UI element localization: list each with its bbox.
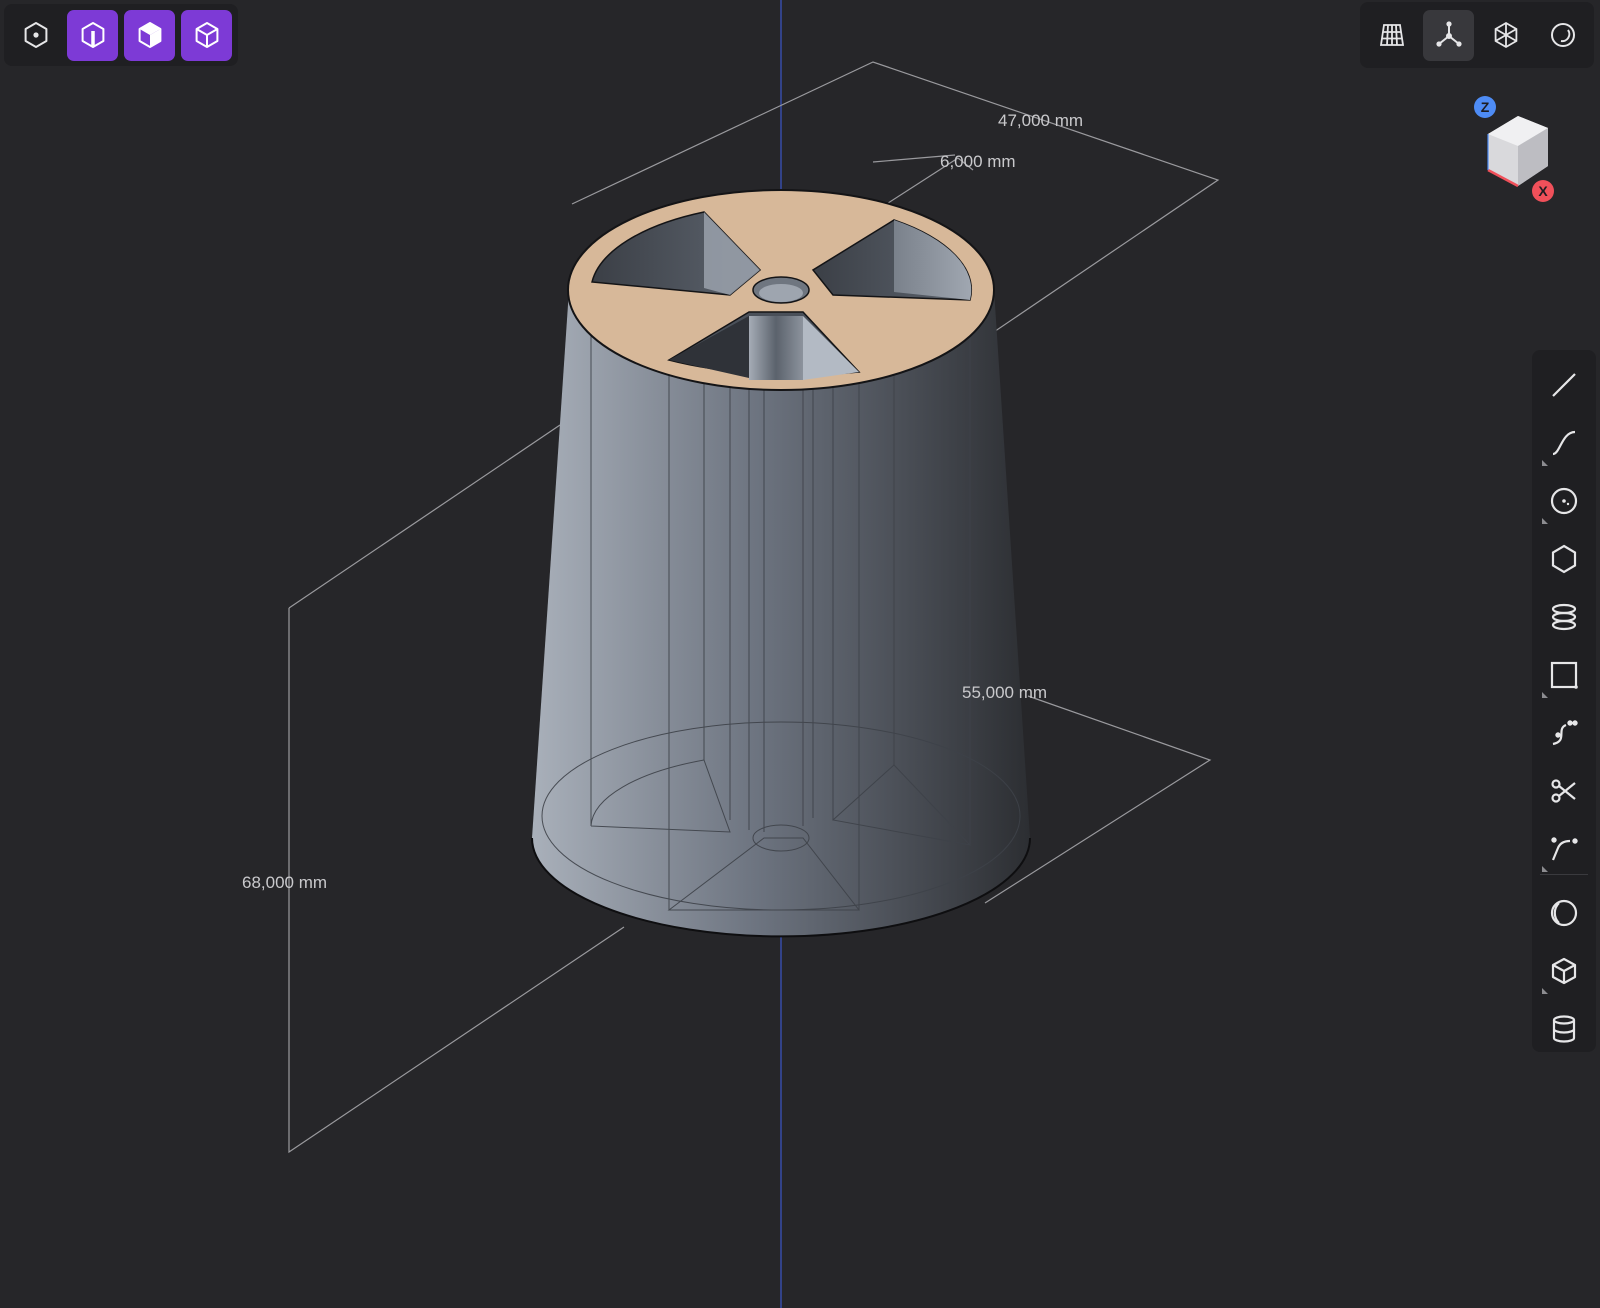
- solid-select-button[interactable]: [181, 9, 232, 61]
- circle-tool[interactable]: [1536, 474, 1592, 528]
- top-face: [567, 189, 995, 391]
- edge-select-button[interactable]: [67, 9, 118, 61]
- rectangle-icon: [1550, 661, 1578, 689]
- 3d-viewport[interactable]: 47,000 mm 6,000 mm 55,000 mm 68,000 mm Z…: [0, 0, 1600, 1308]
- cylinder-icon: [1552, 1015, 1576, 1043]
- box-icon: [1551, 957, 1577, 985]
- grid-toggle-button[interactable]: [1366, 10, 1417, 61]
- polygon-tool[interactable]: [1536, 532, 1592, 586]
- dimension-spoke-width[interactable]: 6,000 mm: [940, 153, 1016, 170]
- axes-icon: [1435, 21, 1462, 47]
- fillet-icon: [1551, 837, 1578, 861]
- view-cube-x-axis[interactable]: X: [1532, 180, 1554, 202]
- vertex-select-button[interactable]: [10, 10, 61, 61]
- wireframe-toggle-button[interactable]: [1480, 10, 1531, 61]
- render-mode-icon: [1550, 23, 1575, 47]
- spline-icon: [1552, 720, 1578, 746]
- solid-select-icon: [195, 22, 218, 48]
- cylinder-tool[interactable]: [1536, 1002, 1592, 1056]
- render-mode-button[interactable]: [1537, 10, 1588, 61]
- model-scene[interactable]: [0, 0, 1600, 1308]
- circle-icon: [1550, 487, 1578, 515]
- rectangle-tool[interactable]: [1536, 648, 1592, 702]
- curve-icon: [1552, 430, 1576, 456]
- view-options-toolbar: [1360, 2, 1594, 68]
- box-tool[interactable]: [1536, 944, 1592, 998]
- trim-tool[interactable]: [1536, 764, 1592, 818]
- selection-mode-toolbar: [4, 4, 238, 66]
- scissors-icon: [1551, 779, 1576, 803]
- face-select-button[interactable]: [124, 9, 175, 61]
- line-icon: [1552, 373, 1576, 397]
- spline-tool[interactable]: [1536, 706, 1592, 760]
- edge-select-icon: [81, 22, 104, 48]
- draw-tools-toolbar: [1532, 350, 1596, 1052]
- toolbar-divider: [1540, 874, 1588, 875]
- vertex-select-icon: [24, 22, 47, 48]
- line-tool[interactable]: [1536, 358, 1592, 412]
- wireframe-sphere-icon: [1494, 21, 1517, 49]
- spiral-tool[interactable]: [1536, 590, 1592, 644]
- face-select-icon: [138, 22, 161, 48]
- dimension-top-diameter[interactable]: 47,000 mm: [998, 112, 1083, 129]
- view-cube-z-axis[interactable]: Z: [1474, 96, 1496, 118]
- dimension-height[interactable]: 68,000 mm: [242, 874, 327, 891]
- dimension-bottom-diameter[interactable]: 55,000 mm: [962, 684, 1047, 701]
- grid-icon: [1379, 24, 1404, 46]
- fillet-tool[interactable]: [1536, 822, 1592, 876]
- sphere-icon: [1550, 899, 1578, 927]
- curve-tool[interactable]: [1536, 416, 1592, 470]
- spiral-icon: [1551, 603, 1577, 631]
- sphere-tool[interactable]: [1536, 886, 1592, 940]
- axes-toggle-button[interactable]: [1423, 9, 1474, 61]
- view-cube[interactable]: Z X: [1474, 96, 1566, 206]
- polygon-icon: [1551, 544, 1577, 574]
